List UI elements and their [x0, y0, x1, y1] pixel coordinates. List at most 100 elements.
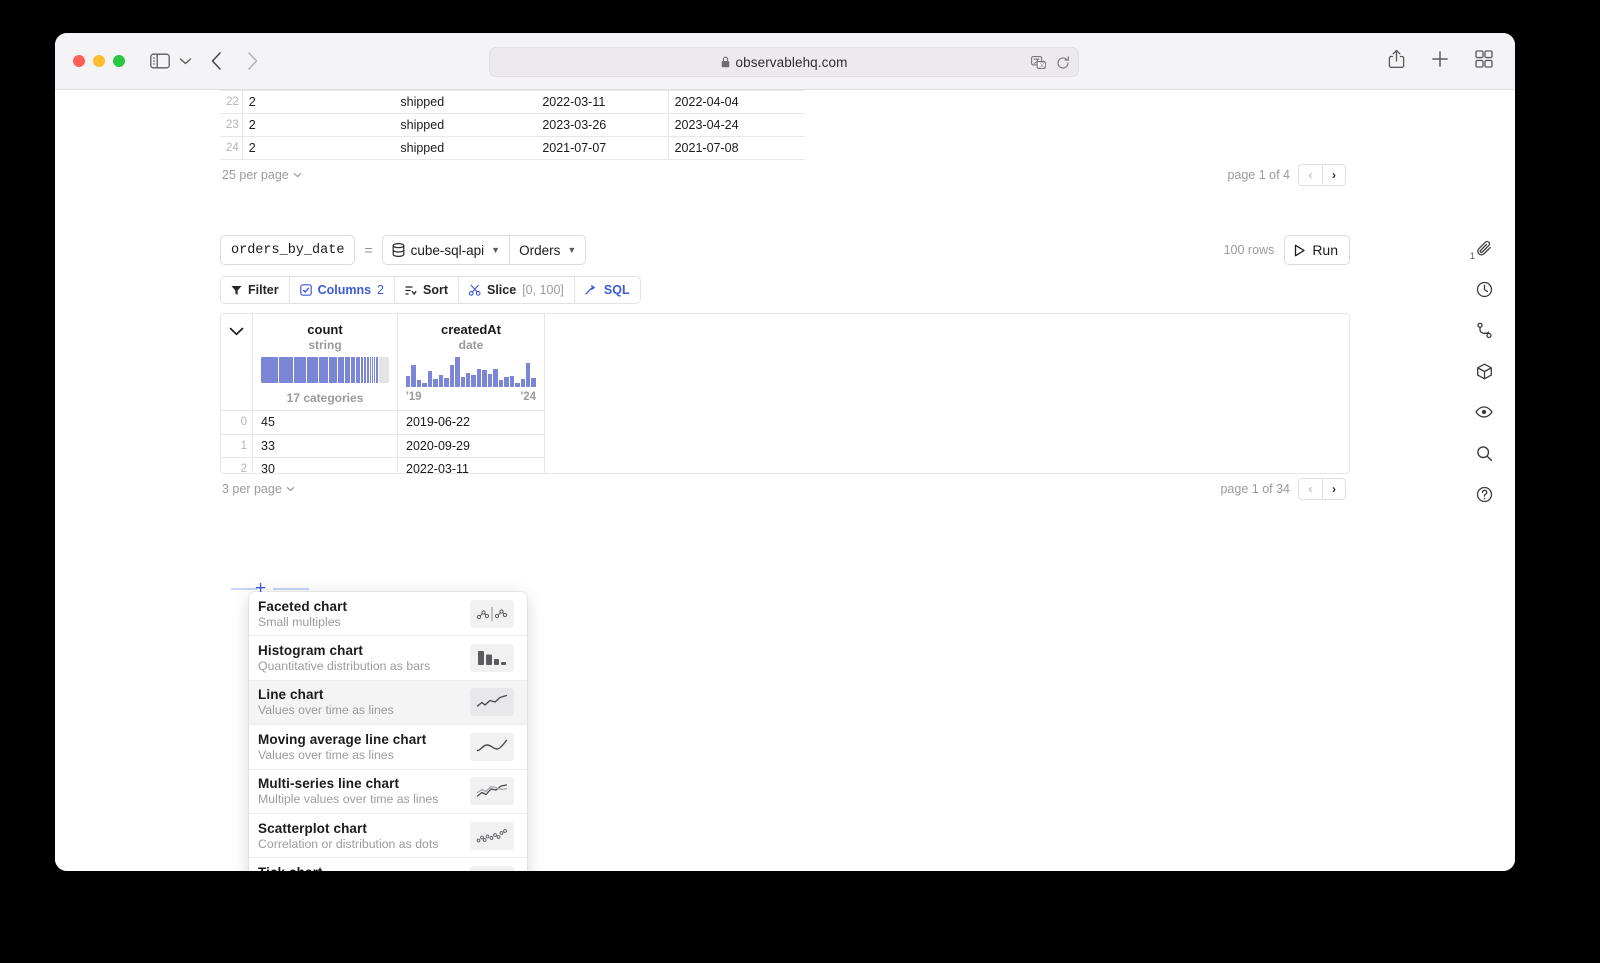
table-cell: 2023-03-26 — [536, 113, 669, 137]
data-source-group: cube-sql-api ▼ Orders ▼ — [381, 235, 587, 265]
branch-fork-icon — [1476, 322, 1493, 339]
rows-count-label: 100 rows — [1223, 243, 1275, 257]
toolbar-sort-button[interactable]: Sort — [395, 276, 459, 304]
rail-button-help-circle[interactable] — [1453, 474, 1515, 514]
browser-window: observablehq.com 文 22 2 shipped 2022-03-… — [55, 33, 1515, 871]
top-per-page-select[interactable]: 25 per page — [222, 168, 302, 182]
rail-button-package-cube[interactable] — [1453, 351, 1515, 391]
table-cell: shipped — [394, 136, 537, 160]
right-sidebar: 1 — [1453, 90, 1515, 871]
reload-icon[interactable] — [1056, 56, 1070, 70]
results-table: count string 17 categories createdAt dat… — [221, 314, 545, 473]
menu-item-title: Scatterplot chart — [258, 820, 367, 836]
menu-item-tick-chart[interactable]: Tick chartQuantitative distributions as … — [249, 858, 527, 871]
menu-item-line-chart[interactable]: Line chart Values over time as lines — [249, 680, 527, 726]
menu-item-text: Scatterplot chart Correlation or distribu… — [258, 821, 470, 851]
toolbar-button-label: Columns — [317, 283, 372, 297]
table-select[interactable]: Orders ▼ — [510, 235, 587, 265]
toolbar-button-value: 2 — [377, 283, 384, 297]
back-arrow-icon[interactable] — [205, 49, 229, 73]
sort-icon — [405, 285, 417, 296]
table-cell: shipped — [394, 90, 537, 114]
top-next-page-button[interactable]: › — [1322, 164, 1346, 186]
rail-button-paperclip[interactable]: 1 — [1453, 228, 1515, 268]
cell-per-page-select[interactable]: 3 per page — [222, 482, 295, 496]
cell-pager: 3 per page page 1 of 34 ‹ › — [220, 474, 1350, 504]
tab-overview-icon[interactable] — [1475, 50, 1493, 68]
zoom-window-button[interactable] — [113, 55, 125, 67]
histogram-bar — [520, 379, 525, 387]
top-prev-page-button[interactable]: ‹ — [1298, 164, 1322, 186]
rail-button-search[interactable] — [1453, 433, 1515, 473]
histogram-bar — [471, 374, 476, 387]
column-header-createdat[interactable]: createdAt date '19 '24 — [397, 314, 545, 411]
histogram-bar — [455, 357, 460, 387]
rail-button-branch-fork[interactable] — [1453, 310, 1515, 350]
run-label: Run — [1312, 242, 1338, 258]
table-cell: 2021-07-07 — [536, 136, 669, 160]
menu-item-faceted-chart[interactable]: Faceted chart Small multiples — [249, 592, 527, 637]
table-cell: 2021-07-08 — [668, 136, 805, 160]
category-distribution-bar — [261, 357, 389, 383]
chevron-down-icon[interactable] — [177, 53, 193, 69]
chart-type-menu[interactable]: Faceted chart Small multiples Histogram ch… — [249, 592, 527, 871]
table-cell: 2022-03-11 — [397, 457, 545, 473]
column-summary-histogram — [406, 357, 536, 387]
histogram-bar — [438, 374, 444, 387]
expand-column-chevron[interactable] — [221, 314, 253, 411]
menu-item-scatterplot-chart[interactable]: Scatterplot chart Correlation or distribu… — [249, 814, 527, 859]
line-chart-icon — [470, 688, 514, 717]
column-header-count[interactable]: count string 17 categories — [252, 314, 398, 411]
cell-header: orders_by_date = cube-sql-api ▼ Orders ▼… — [220, 230, 1350, 270]
category-segment — [278, 357, 294, 383]
translate-icon[interactable]: 文 — [1031, 56, 1047, 70]
address-bar[interactable]: observablehq.com 文 — [489, 47, 1079, 77]
screen: observablehq.com 文 22 2 shipped 2022-03-… — [0, 0, 1600, 963]
histogram-bar — [493, 369, 498, 387]
rail-button-history-clock[interactable] — [1453, 269, 1515, 309]
results-grid: count string 17 categories createdAt dat… — [220, 313, 1350, 474]
close-window-button[interactable] — [73, 55, 85, 67]
minimize-window-button[interactable] — [93, 55, 105, 67]
equals-sign: = — [364, 242, 373, 258]
browser-titlebar: observablehq.com 文 — [55, 33, 1515, 90]
forward-arrow-icon[interactable] — [240, 49, 264, 73]
menu-item-moving-average-line-chart[interactable]: Moving average line chart Values over tim… — [249, 725, 527, 770]
menu-item-subtitle: Quantitative distribution as bars — [258, 659, 431, 674]
database-icon — [392, 243, 405, 257]
top-page-label: page 1 of 4 — [1227, 168, 1290, 182]
toolbar-slice-button[interactable]: Slice [0, 100] — [459, 276, 575, 304]
toolbar-sql-button[interactable]: SQL — [574, 276, 641, 304]
scissors-icon — [469, 284, 481, 296]
data-source-select[interactable]: cube-sql-api ▼ — [381, 235, 511, 265]
histogram-bar — [433, 379, 438, 387]
menu-item-title: Moving average line chart — [258, 731, 427, 747]
table-cell: 2 — [242, 90, 395, 114]
history-clock-icon — [1476, 281, 1493, 298]
menu-item-subtitle: Values over time as lines — [258, 747, 394, 762]
menu-item-histogram-chart[interactable]: Histogram chart Quantitative distribution… — [249, 636, 527, 681]
table-cell: 2019-06-22 — [397, 410, 545, 435]
cell-prev-page-button[interactable]: ‹ — [1298, 478, 1322, 500]
cell-next-page-button[interactable]: › — [1322, 478, 1346, 500]
menu-item-title: Histogram chart — [258, 643, 364, 659]
toolbar-filter-button[interactable]: Filter — [220, 276, 290, 304]
rail-button-eye[interactable] — [1453, 392, 1515, 432]
sidebar-toggle-icon[interactable] — [148, 51, 172, 71]
histogram-bar — [411, 364, 416, 387]
new-tab-icon[interactable] — [1431, 50, 1449, 68]
category-segment — [338, 357, 346, 383]
top-pagination: page 1 of 4 ‹ › — [1227, 164, 1346, 186]
run-button[interactable]: Run — [1284, 235, 1350, 265]
menu-item-title: Line chart — [258, 687, 324, 703]
chevron-down-icon: ▼ — [491, 245, 501, 255]
category-segment — [306, 357, 320, 383]
eye-icon — [1475, 405, 1493, 419]
toolbar-columns-button[interactable]: Columns 2 — [289, 276, 395, 304]
menu-item-multi-series-line-chart[interactable]: Multi-series line chart Multiple values o… — [249, 770, 527, 814]
top-per-page-label: 25 per page — [222, 168, 289, 182]
cell-name-input[interactable]: orders_by_date — [220, 235, 356, 265]
chevron-down-icon — [286, 486, 295, 492]
table-cell: 0 — [221, 410, 253, 435]
share-icon[interactable] — [1388, 49, 1405, 69]
